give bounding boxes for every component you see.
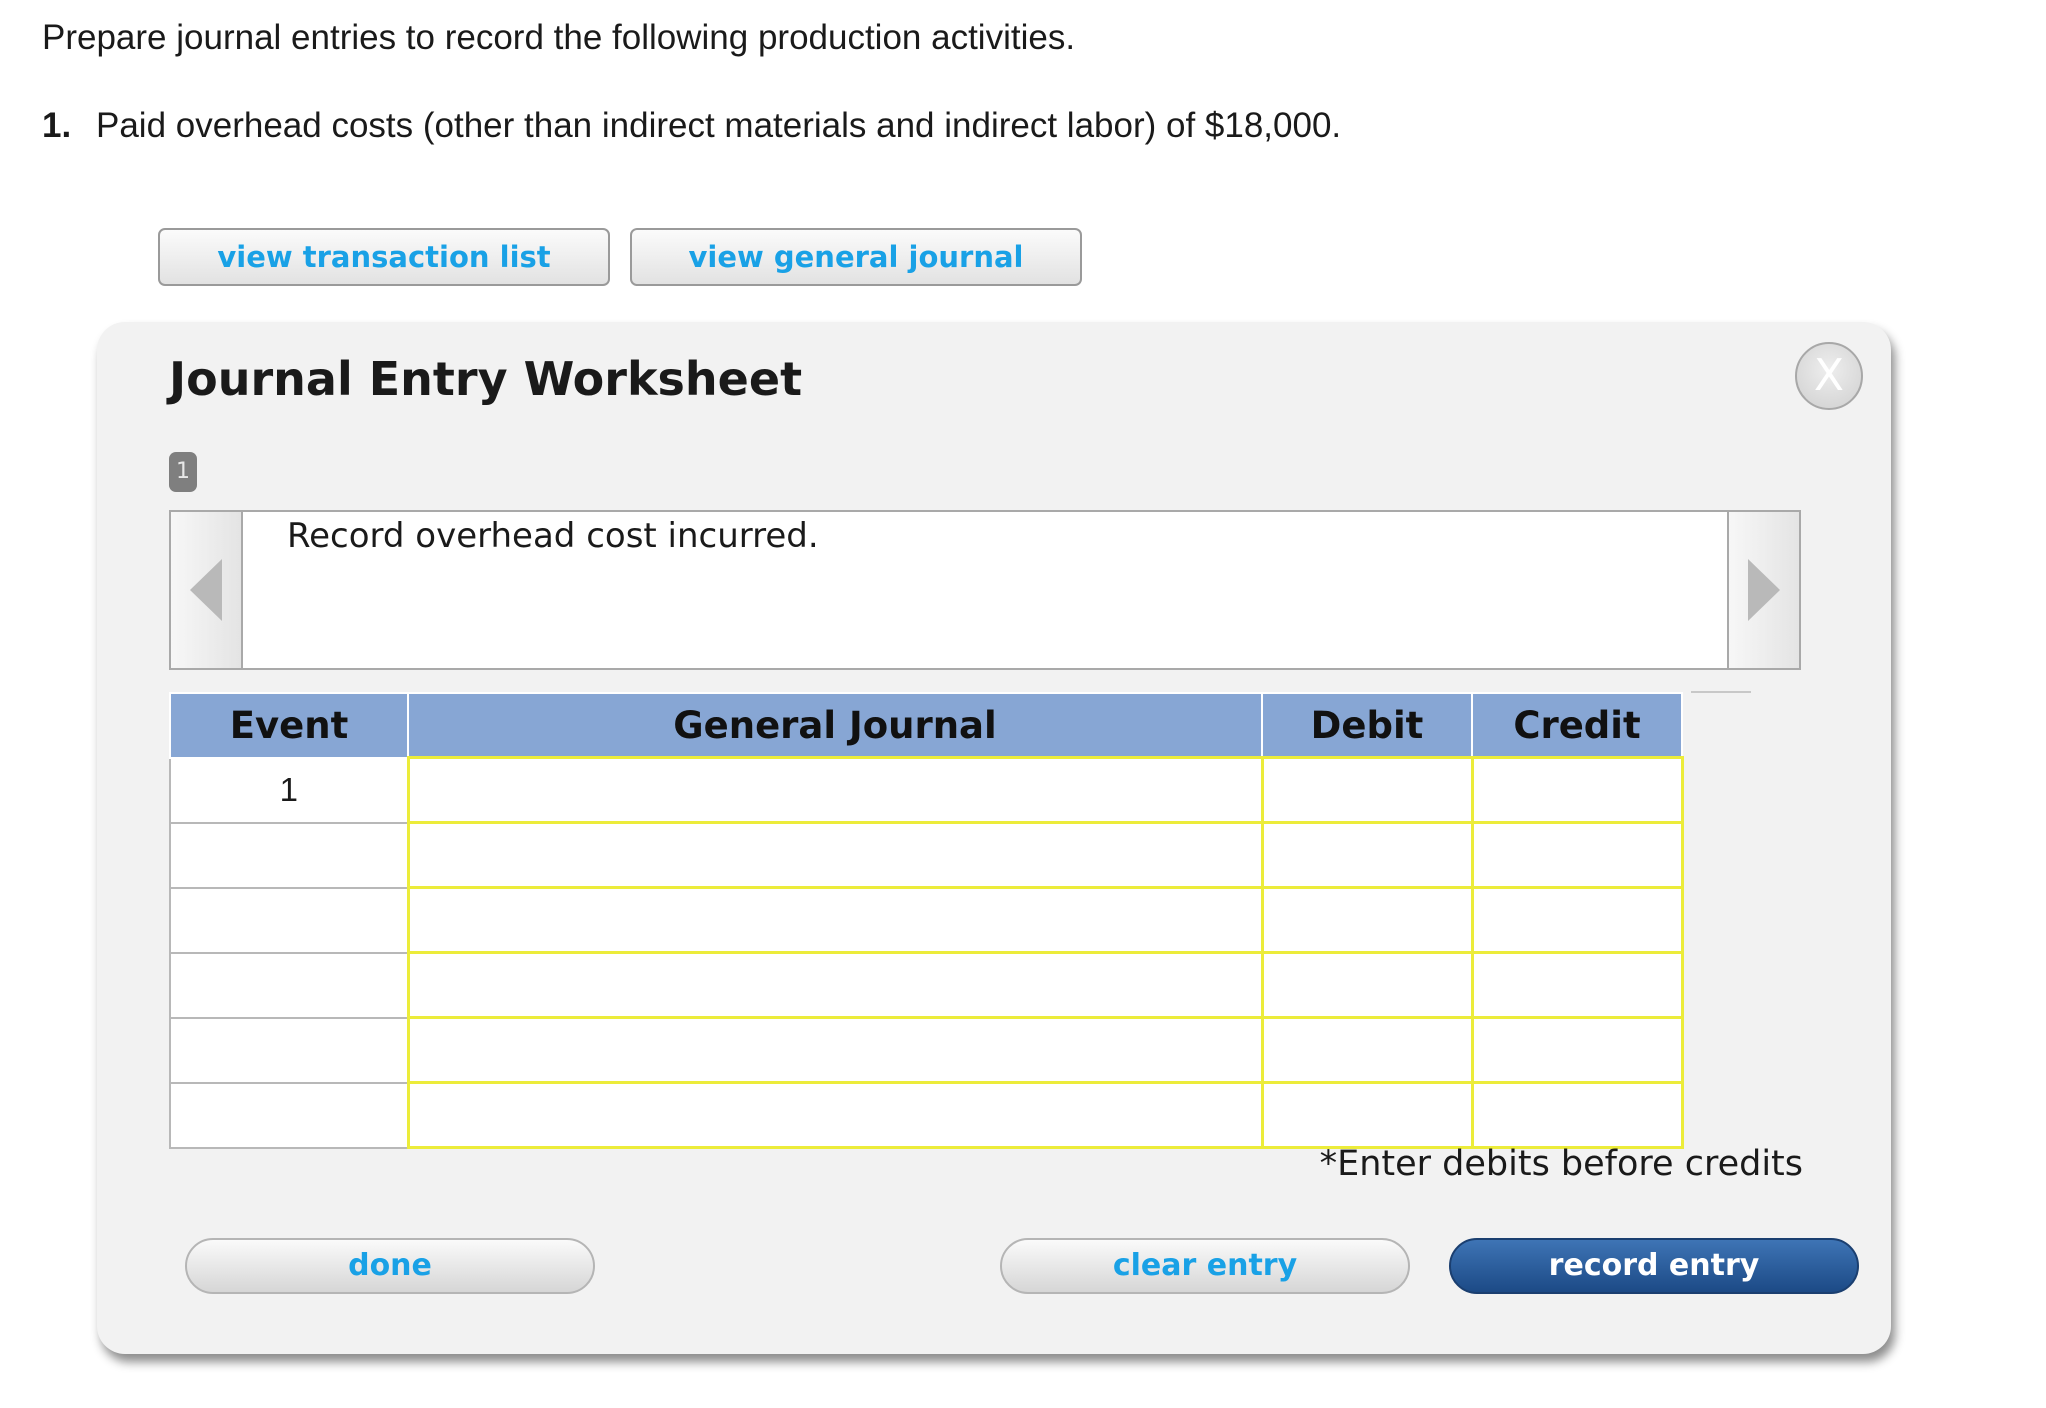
credit-cell [1470,1016,1684,1084]
account-cell [406,756,1264,824]
credit-cell [1470,886,1684,954]
event-cell [169,1081,409,1149]
account-input[interactable] [409,954,1261,1016]
clear-entry-button[interactable]: clear entry [1000,1238,1410,1294]
event-cell [169,1016,409,1084]
debit-cell [1260,886,1474,954]
done-button[interactable]: done [185,1238,595,1294]
event-cell [169,821,409,889]
account-cell [406,1081,1264,1149]
column-header-event: Event [169,692,409,759]
transaction-description-panel: Record overhead cost incurred. [169,510,1801,670]
credit-input[interactable] [1473,1019,1681,1081]
credit-input[interactable] [1473,954,1681,1016]
table-row: 1 [169,756,1684,824]
journal-entry-table: Event General Journal Debit Credit 1 [169,692,1684,1149]
journal-entry-worksheet-dialog: Journal Entry Worksheet X 1 Record overh… [97,322,1891,1354]
close-icon[interactable]: X [1795,342,1863,410]
account-input[interactable] [409,1019,1261,1081]
account-cell [406,821,1264,889]
account-cell [406,951,1264,1019]
record-entry-button[interactable]: record entry [1449,1238,1859,1294]
table-row [169,1016,1684,1084]
credit-cell [1470,951,1684,1019]
debit-cell [1260,756,1474,824]
debit-input[interactable] [1263,954,1471,1016]
credit-input[interactable] [1473,889,1681,951]
table-header-row: Event General Journal Debit Credit [169,692,1683,759]
debit-cell [1260,951,1474,1019]
table-row [169,1081,1684,1149]
view-transaction-list-button[interactable]: view transaction list [158,228,610,286]
event-cell [169,951,409,1019]
credit-input[interactable] [1473,759,1681,821]
debit-input[interactable] [1263,759,1471,821]
column-header-general-journal: General Journal [407,692,1263,759]
column-header-credit: Credit [1471,692,1683,759]
table-row [169,886,1684,954]
credit-input[interactable] [1473,824,1681,886]
account-input[interactable] [409,759,1261,821]
transaction-page-badge[interactable]: 1 [169,452,197,492]
credit-cell [1470,756,1684,824]
next-arrow-icon[interactable] [1727,510,1801,670]
debit-cell [1260,821,1474,889]
question-number: 1. [42,106,72,145]
event-cell [169,886,409,954]
account-input[interactable] [409,889,1261,951]
instructions-text: Prepare journal entries to record the fo… [42,18,1076,57]
event-cell: 1 [169,756,409,824]
column-header-debit: Debit [1261,692,1473,759]
table-divider [1691,691,1751,693]
table-row [169,951,1684,1019]
debits-before-credits-note: *Enter debits before credits [1319,1144,1803,1184]
debit-cell [1260,1016,1474,1084]
question-text: Paid overhead costs (other than indirect… [96,106,1342,145]
debit-cell [1260,1081,1474,1149]
credit-input[interactable] [1473,1084,1681,1146]
previous-arrow-icon[interactable] [169,510,243,670]
debit-input[interactable] [1263,1019,1471,1081]
table-row [169,821,1684,889]
account-input[interactable] [409,1084,1261,1146]
worksheet-title: Journal Entry Worksheet [169,352,803,406]
account-input[interactable] [409,824,1261,886]
question-item: 1. Paid overhead costs (other than indir… [42,106,1341,146]
transaction-description: Record overhead cost incurred. [287,516,819,556]
view-general-journal-button[interactable]: view general journal [630,228,1082,286]
debit-input[interactable] [1263,824,1471,886]
account-cell [406,886,1264,954]
account-cell [406,1016,1264,1084]
debit-input[interactable] [1263,1084,1471,1146]
credit-cell [1470,1081,1684,1149]
credit-cell [1470,821,1684,889]
debit-input[interactable] [1263,889,1471,951]
